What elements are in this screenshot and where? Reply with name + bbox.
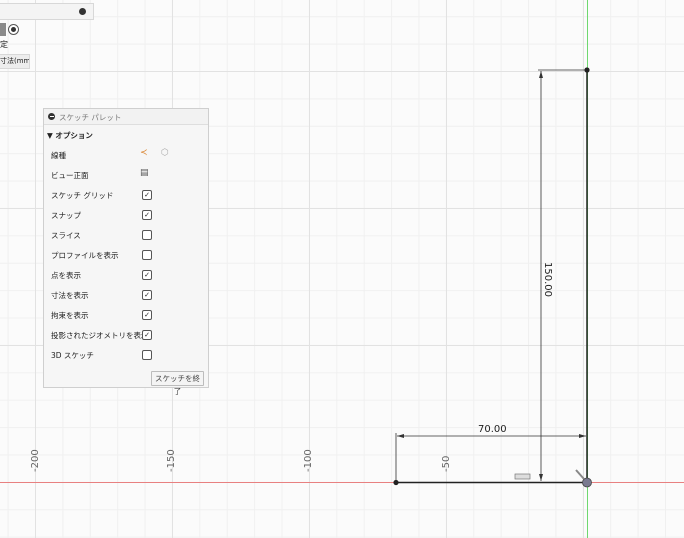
checkbox-show-dimensions[interactable]	[142, 290, 152, 300]
dim-width-arrow-left	[397, 434, 404, 438]
linetype-icon[interactable]: ≺	[140, 148, 148, 158]
color-swatch	[0, 23, 6, 36]
radio-icon[interactable]	[8, 24, 19, 35]
panel-header	[0, 3, 94, 20]
dim-width-arrow-right	[579, 434, 586, 438]
palette-title: スケッチ パレット	[59, 113, 122, 122]
checkbox-sketch-grid[interactable]	[142, 190, 152, 200]
sketch-point-top-right[interactable]	[584, 67, 590, 73]
option-label-snap: スナップ	[51, 211, 81, 220]
dim-width-value[interactable]: 70.00	[478, 424, 507, 435]
units-field[interactable]: 寸法(mm)	[0, 54, 30, 69]
axis-label-minus-100: -100	[303, 449, 314, 472]
checkbox-3d-sketch[interactable]	[142, 350, 152, 360]
axis-label-minus-200: -200	[30, 449, 41, 472]
look-at-icon[interactable]: ▤	[140, 168, 149, 178]
dim-height-value[interactable]: 150.00	[542, 262, 553, 297]
checkbox-slice[interactable]	[142, 230, 152, 240]
checkbox-show-projected[interactable]	[142, 330, 152, 340]
sketch-point-bottom-left[interactable]	[393, 479, 399, 486]
axis-label-minus-50: -50	[441, 456, 452, 472]
checkbox-show-points[interactable]	[142, 270, 152, 280]
panel-pin-icon[interactable]	[79, 8, 86, 15]
option-label-sketch-grid: スケッチ グリッド	[51, 191, 114, 200]
option-label-show-constraints: 拘束を表示	[51, 311, 89, 320]
checkbox-show-profile[interactable]	[142, 250, 152, 260]
option-label-show-points: 点を表示	[51, 271, 81, 280]
collapse-icon[interactable]	[48, 113, 55, 120]
panel-row	[0, 23, 22, 36]
dim-height-arrow-top	[539, 71, 543, 78]
sketch-palette: スケッチ パレット ▼ オプション 線種 ≺ ⬡ ビュー正面 ▤ スケッチ グリ…	[43, 108, 209, 396]
panel-text: 定	[0, 40, 8, 49]
option-label-show-dimensions: 寸法を表示	[51, 291, 89, 300]
palette-header: スケッチ パレット	[44, 109, 208, 125]
option-label-linetype: 線種	[51, 151, 66, 160]
origin-indicator-icon	[575, 469, 585, 480]
option-label-show-projected: 投影されたジオメトリを表示	[51, 331, 149, 340]
horizontal-constraint-icon[interactable]	[514, 473, 531, 480]
option-label-slice: スライス	[51, 231, 81, 240]
option-label-look-at: ビュー正面	[51, 171, 89, 180]
checkbox-show-constraints[interactable]	[142, 310, 152, 320]
options-section-header[interactable]: ▼ オプション	[47, 130, 93, 141]
option-label-show-profile: プロファイルを表示	[51, 251, 119, 260]
axis-label-minus-150: -150	[166, 449, 177, 472]
construction-icon[interactable]: ⬡	[161, 148, 169, 158]
dim-height-arrow-bottom	[539, 474, 543, 481]
option-label-3d-sketch: 3D スケッチ	[51, 351, 94, 360]
finish-sketch-button[interactable]: スケッチを終了	[151, 371, 204, 396]
origin-point-icon[interactable]	[582, 477, 592, 488]
checkbox-snap[interactable]	[142, 210, 152, 220]
